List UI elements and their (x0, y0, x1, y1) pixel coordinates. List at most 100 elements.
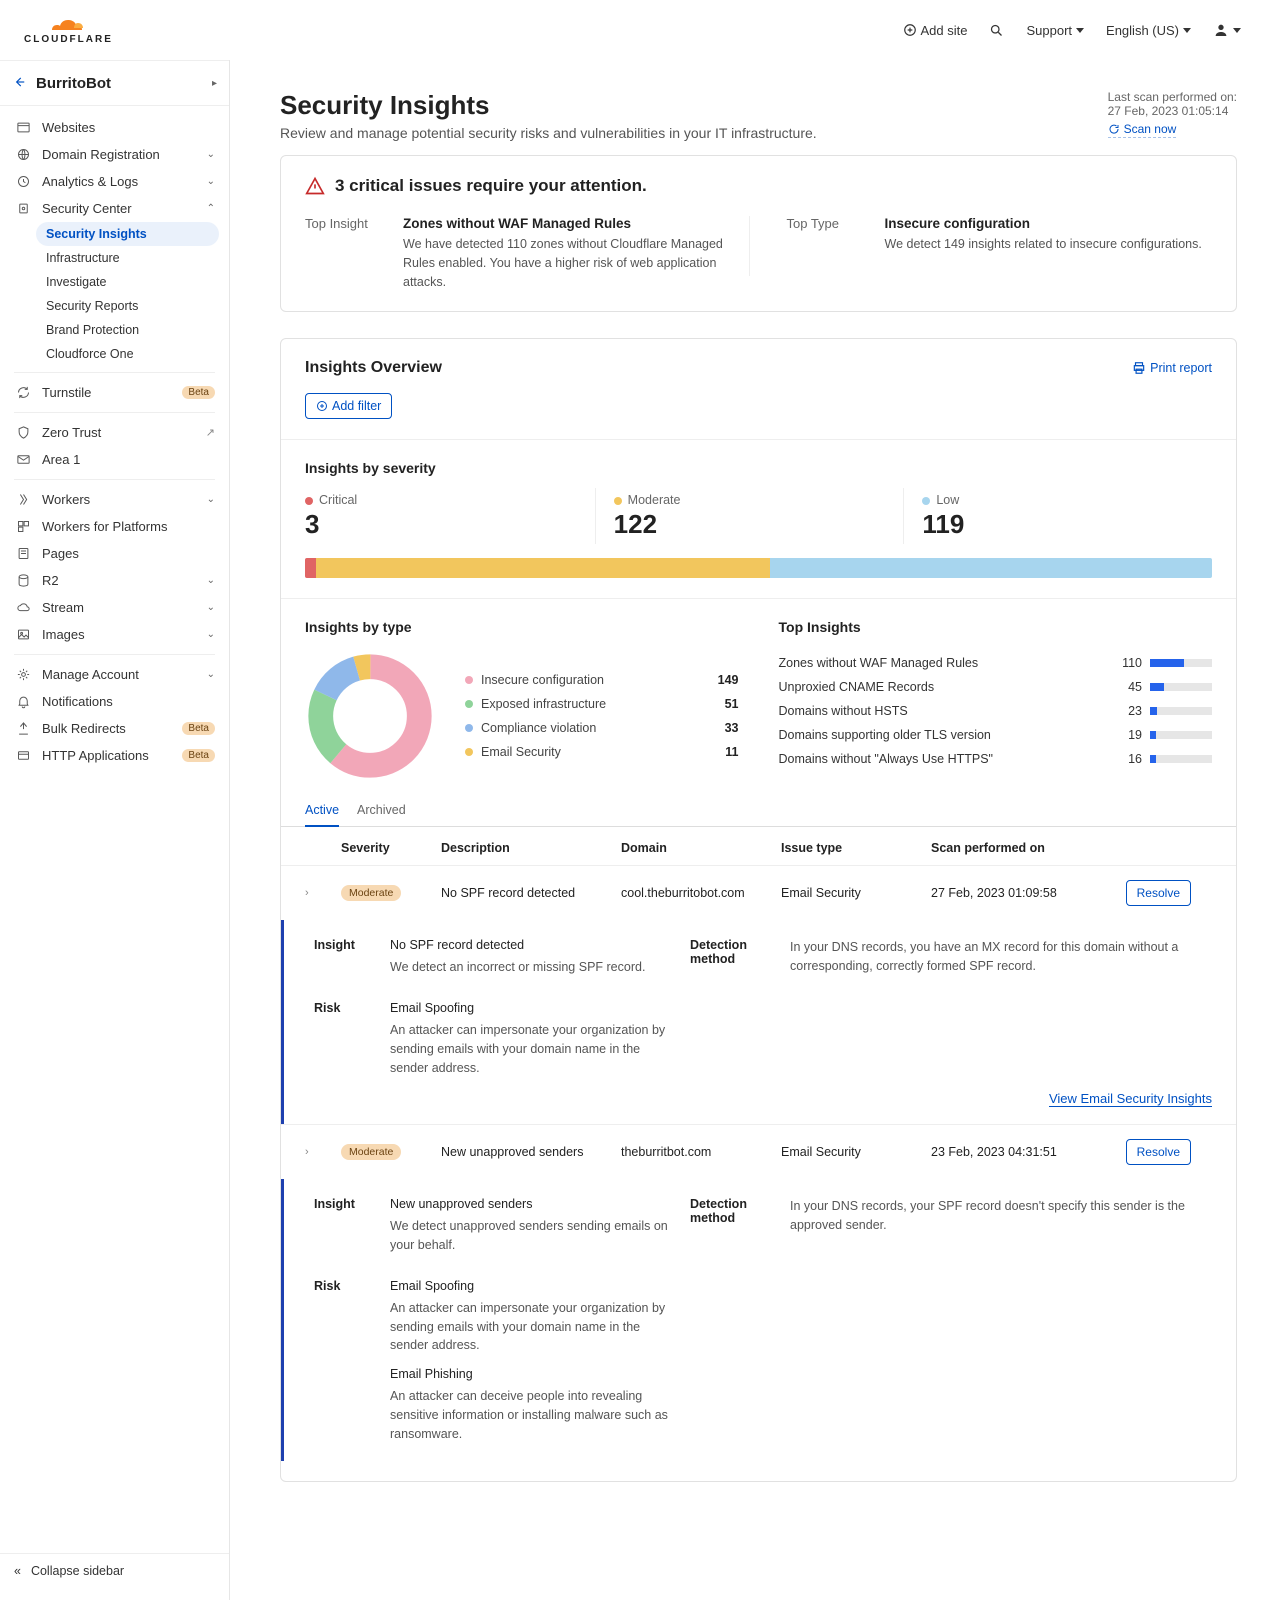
row-description: New unapproved senders (441, 1145, 611, 1159)
critical-alert-card: 3 critical issues require your attention… (280, 155, 1237, 312)
shield-check-icon (14, 425, 32, 440)
sidebar-item-turnstile[interactable]: Turnstile Beta (0, 379, 229, 406)
chevron-down-icon: ⌄ (207, 494, 215, 505)
caret-down-icon (1183, 28, 1191, 33)
sidebar-item-pages[interactable]: Pages (0, 540, 229, 567)
row-description: No SPF record detected (441, 886, 611, 900)
sidebar-item-r2[interactable]: R2 ⌄ (0, 567, 229, 594)
top-type-desc: We detect 149 insights related to insecu… (885, 235, 1213, 254)
chevron-down-icon: ⌄ (207, 176, 215, 187)
sidebar-item-area1[interactable]: Area 1 (0, 446, 229, 473)
sidebar: BurritoBot ▸ Websites Domain Registratio… (0, 60, 230, 1600)
severity-bar-chart (305, 558, 1212, 578)
severity-pill: Moderate (341, 885, 401, 901)
sidebar-item-zero-trust[interactable]: Zero Trust ↗ (0, 419, 229, 446)
row-domain: theburritbot.com (621, 1145, 771, 1159)
sidebar-item-security-center[interactable]: Security Center ⌃ (0, 195, 229, 222)
sidebar-item-bulk-redirects[interactable]: Bulk Redirects Beta (0, 715, 229, 742)
refresh-icon (14, 385, 32, 400)
caret-down-icon (1233, 28, 1241, 33)
sidebar-item-images[interactable]: Images ⌄ (0, 621, 229, 648)
chevron-down-icon: ⌄ (207, 575, 215, 586)
sidebar-subitem-cloudforce-one[interactable]: Cloudforce One (46, 342, 229, 366)
redirect-icon (14, 721, 32, 736)
chevrons-left-icon: « (14, 1564, 21, 1578)
table-row[interactable]: › Moderate No SPF record detected cool.t… (281, 865, 1236, 920)
table-header: Severity Description Domain Issue type S… (305, 827, 1212, 865)
pages-icon (14, 546, 32, 561)
row-scan-time: 27 Feb, 2023 01:09:58 (931, 886, 1101, 900)
resolve-button[interactable]: Resolve (1126, 880, 1191, 906)
chevron-right-icon: › (305, 887, 331, 899)
shield-icon (14, 201, 32, 216)
bell-icon (14, 694, 32, 709)
chevron-right-icon: › (305, 1146, 331, 1158)
tab-active[interactable]: Active (305, 795, 339, 827)
view-insights-link[interactable]: View Email Security Insights (1049, 1091, 1212, 1107)
print-report-button[interactable]: Print report (1132, 361, 1212, 375)
scan-metadata: Last scan performed on: 27 Feb, 2023 01:… (1108, 90, 1237, 138)
sidebar-subitem-security-insights[interactable]: Security Insights (36, 222, 219, 246)
storage-icon (14, 573, 32, 588)
add-filter-button[interactable]: Add filter (305, 393, 392, 419)
cloud-icon (14, 600, 32, 615)
workers-icon (14, 492, 32, 507)
resolve-button[interactable]: Resolve (1126, 1139, 1191, 1165)
top-insight-title: Zones without WAF Managed Rules (403, 216, 731, 231)
collapse-sidebar-button[interactable]: « Collapse sidebar (0, 1553, 229, 1588)
account-switcher[interactable]: BurritoBot ▸ (0, 60, 229, 106)
page-title: Security Insights (280, 90, 817, 121)
row-detail: Insight New unapproved sendersWe detect … (281, 1179, 1236, 1461)
globe-icon (14, 147, 32, 162)
table-row[interactable]: › Moderate New unapproved senders thebur… (281, 1124, 1236, 1179)
sidebar-item-workers-platforms[interactable]: Workers for Platforms (0, 513, 229, 540)
tab-archived[interactable]: Archived (357, 795, 406, 827)
user-icon (1213, 22, 1229, 38)
chevron-down-icon: ⌄ (207, 149, 215, 160)
sidebar-subitem-security-reports[interactable]: Security Reports (46, 294, 229, 318)
main-content: Security Insights Review and manage pote… (230, 60, 1277, 1600)
support-dropdown[interactable]: Support (1026, 23, 1084, 38)
arrow-left-icon (12, 75, 26, 92)
app-icon (14, 748, 32, 763)
gear-icon (14, 667, 32, 682)
sidebar-item-manage-account[interactable]: Manage Account ⌄ (0, 661, 229, 688)
brand-text: CLOUDFLARE (24, 34, 113, 45)
sidebar-item-domain-registration[interactable]: Domain Registration ⌄ (0, 141, 229, 168)
chevron-down-icon: ⌄ (207, 602, 215, 613)
search-icon (989, 23, 1004, 38)
alert-headline: 3 critical issues require your attention… (335, 176, 647, 196)
top-insight-desc: We have detected 110 zones without Cloud… (403, 235, 731, 291)
overview-title: Insights Overview (305, 359, 442, 377)
user-menu[interactable] (1213, 22, 1241, 38)
page-subtitle: Review and manage potential security ris… (280, 125, 817, 141)
row-detail: Insight No SPF record detectedWe detect … (281, 920, 1236, 1124)
search-button[interactable] (989, 23, 1004, 38)
sidebar-item-workers[interactable]: Workers ⌄ (0, 486, 229, 513)
sidebar-subitem-investigate[interactable]: Investigate (46, 270, 229, 294)
plus-circle-icon (903, 23, 917, 37)
beta-badge: Beta (182, 386, 215, 399)
caret-down-icon (1076, 28, 1084, 33)
row-scan-time: 23 Feb, 2023 04:31:51 (931, 1145, 1101, 1159)
add-site-button[interactable]: Add site (903, 23, 968, 38)
image-icon (14, 627, 32, 642)
sidebar-item-stream[interactable]: Stream ⌄ (0, 594, 229, 621)
severity-pill: Moderate (341, 1144, 401, 1160)
cloudflare-logo[interactable]: CLOUDFLARE (24, 15, 113, 45)
sidebar-item-analytics[interactable]: Analytics & Logs ⌄ (0, 168, 229, 195)
sidebar-item-websites[interactable]: Websites (0, 114, 229, 141)
top-insights-heading: Top Insights (779, 619, 1213, 635)
sidebar-item-notifications[interactable]: Notifications (0, 688, 229, 715)
scan-now-link[interactable]: Scan now (1108, 122, 1177, 138)
sidebar-subitem-infrastructure[interactable]: Infrastructure (46, 246, 229, 270)
language-dropdown[interactable]: English (US) (1106, 23, 1191, 38)
sidebar-subitem-brand-protection[interactable]: Brand Protection (46, 318, 229, 342)
chevron-right-icon: ▸ (212, 78, 217, 89)
insights-overview-card: Insights Overview Print report Add filte… (280, 338, 1237, 1482)
sidebar-item-http-applications[interactable]: HTTP Applications Beta (0, 742, 229, 769)
printer-icon (1132, 361, 1146, 375)
type-donut-chart (305, 651, 435, 781)
browser-icon (14, 120, 32, 135)
refresh-icon (1108, 123, 1120, 135)
